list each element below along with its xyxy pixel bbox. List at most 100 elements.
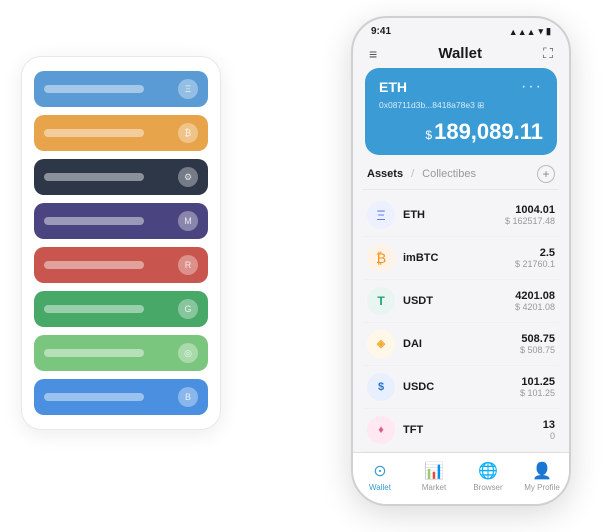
asset-usd: $ 21760.1 (515, 259, 555, 269)
browser-nav-label: Browser (473, 483, 502, 492)
phone-mockup: 9:41 ▲▲▲ ▾ ▮ ≡ Wallet ⛶ ETH ··· 0x08711d… (351, 16, 571, 506)
asset-values: 508.75 $ 508.75 (520, 333, 555, 355)
wallet-nav-icon: ⊙ (373, 461, 386, 481)
tab-assets[interactable]: Assets (367, 168, 403, 180)
card-bar (44, 85, 144, 93)
signal-icon: ▲▲▲ (509, 27, 536, 37)
card-icon: ⚙ (178, 167, 198, 187)
card-bar (44, 349, 144, 357)
eth-card-top: ETH ··· (379, 78, 543, 96)
status-time: 9:41 (371, 26, 391, 37)
profile-nav-label: My Profile (524, 483, 560, 492)
table-row[interactable]: T USDT 4201.08 $ 4201.08 (363, 280, 559, 323)
imbtc-icon: ₿ (367, 244, 395, 272)
card-bar (44, 393, 144, 401)
list-item[interactable]: M (34, 203, 208, 239)
asset-values: 13 0 (543, 419, 555, 441)
asset-amount: 508.75 (520, 333, 555, 345)
asset-usd: 0 (543, 431, 555, 441)
card-bar (44, 173, 144, 181)
asset-usd: $ 4201.08 (515, 302, 555, 312)
card-icon: R (178, 255, 198, 275)
eth-card[interactable]: ETH ··· 0x08711d3b...8418a78e3 ⊞ $189,08… (365, 68, 557, 155)
card-icon: B (178, 387, 198, 407)
divider (363, 189, 559, 190)
card-bar (44, 305, 144, 313)
market-nav-label: Market (422, 483, 446, 492)
asset-list: Ξ ETH 1004.01 $ 162517.48 ₿ imBTC 2.5 $ … (353, 194, 569, 453)
table-row[interactable]: ♦ TFT 13 0 (363, 409, 559, 452)
asset-usd: $ 101.25 (520, 388, 555, 398)
scene: Ξ ₿ ⚙ M R G ◎ B (21, 16, 581, 516)
eth-card-value: 189,089.11 (434, 119, 543, 144)
asset-values: 101.25 $ 101.25 (520, 376, 555, 398)
eth-card-amount: $189,089.11 (379, 119, 543, 145)
asset-values: 4201.08 $ 4201.08 (515, 290, 555, 312)
asset-name: TFT (403, 424, 543, 436)
asset-name: imBTC (403, 252, 515, 264)
dai-icon: ◈ (367, 330, 395, 358)
eth-card-currency: $ (425, 128, 432, 142)
wallet-nav-label: Wallet (369, 483, 391, 492)
market-nav-icon: 📊 (424, 461, 444, 481)
usdc-icon: $ (367, 373, 395, 401)
card-icon: ◎ (178, 343, 198, 363)
add-asset-button[interactable]: + (537, 165, 555, 183)
table-row[interactable]: ₿ imBTC 2.5 $ 21760.1 (363, 237, 559, 280)
tab-collectibles[interactable]: Collectibes (422, 168, 476, 180)
sidebar-item-market[interactable]: 📊 Market (407, 461, 461, 492)
assets-header: Assets / Collectibes + (353, 165, 569, 189)
asset-amount: 1004.01 (505, 204, 555, 216)
table-row[interactable]: $ USDC 101.25 $ 101.25 (363, 366, 559, 409)
asset-name: USDT (403, 295, 515, 307)
table-row[interactable]: ◈ DAI 508.75 $ 508.75 (363, 323, 559, 366)
asset-amount: 4201.08 (515, 290, 555, 302)
eth-card-title: ETH (379, 79, 407, 95)
table-row[interactable]: Ξ ETH 1004.01 $ 162517.48 (363, 194, 559, 237)
wifi-icon: ▾ (539, 26, 544, 37)
sidebar-item-wallet[interactable]: ⊙ Wallet (353, 461, 407, 492)
asset-amount: 2.5 (515, 247, 555, 259)
sidebar-item-browser[interactable]: 🌐 Browser (461, 461, 515, 492)
asset-amount: 13 (543, 419, 555, 431)
menu-icon[interactable]: ≡ (369, 46, 377, 62)
card-icon: ₿ (178, 123, 198, 143)
list-item[interactable]: B (34, 379, 208, 415)
card-bar (44, 261, 144, 269)
tft-icon: ♦ (367, 416, 395, 444)
nav-bar: ≡ Wallet ⛶ (353, 41, 569, 68)
profile-nav-icon: 👤 (532, 461, 552, 481)
list-item[interactable]: G (34, 291, 208, 327)
card-icon: Ξ (178, 79, 198, 99)
card-icon: M (178, 211, 198, 231)
asset-name: USDC (403, 381, 520, 393)
card-bar (44, 129, 144, 137)
list-item[interactable]: ◎ (34, 335, 208, 371)
asset-name: DAI (403, 338, 520, 350)
asset-usd: $ 162517.48 (505, 216, 555, 226)
left-panel: Ξ ₿ ⚙ M R G ◎ B (21, 56, 221, 430)
asset-values: 1004.01 $ 162517.48 (505, 204, 555, 226)
list-item[interactable]: ₿ (34, 115, 208, 151)
usdt-icon: T (367, 287, 395, 315)
battery-icon: ▮ (546, 26, 551, 37)
list-item[interactable]: Ξ (34, 71, 208, 107)
asset-usd: $ 508.75 (520, 345, 555, 355)
card-bar (44, 217, 144, 225)
status-icons: ▲▲▲ ▾ ▮ (509, 26, 551, 37)
bottom-nav: ⊙ Wallet 📊 Market 🌐 Browser 👤 My Profile (353, 452, 569, 504)
asset-name: ETH (403, 209, 505, 221)
list-item[interactable]: R (34, 247, 208, 283)
list-item[interactable]: ⚙ (34, 159, 208, 195)
card-icon: G (178, 299, 198, 319)
page-title: Wallet (438, 45, 482, 62)
expand-icon[interactable]: ⛶ (543, 45, 553, 62)
asset-amount: 101.25 (520, 376, 555, 388)
browser-nav-icon: 🌐 (478, 461, 498, 481)
assets-tabs: Assets / Collectibes (367, 168, 476, 180)
asset-values: 2.5 $ 21760.1 (515, 247, 555, 269)
sidebar-item-profile[interactable]: 👤 My Profile (515, 461, 569, 492)
eth-icon: Ξ (367, 201, 395, 229)
status-bar: 9:41 ▲▲▲ ▾ ▮ (353, 18, 569, 41)
eth-card-menu[interactable]: ··· (521, 78, 543, 96)
